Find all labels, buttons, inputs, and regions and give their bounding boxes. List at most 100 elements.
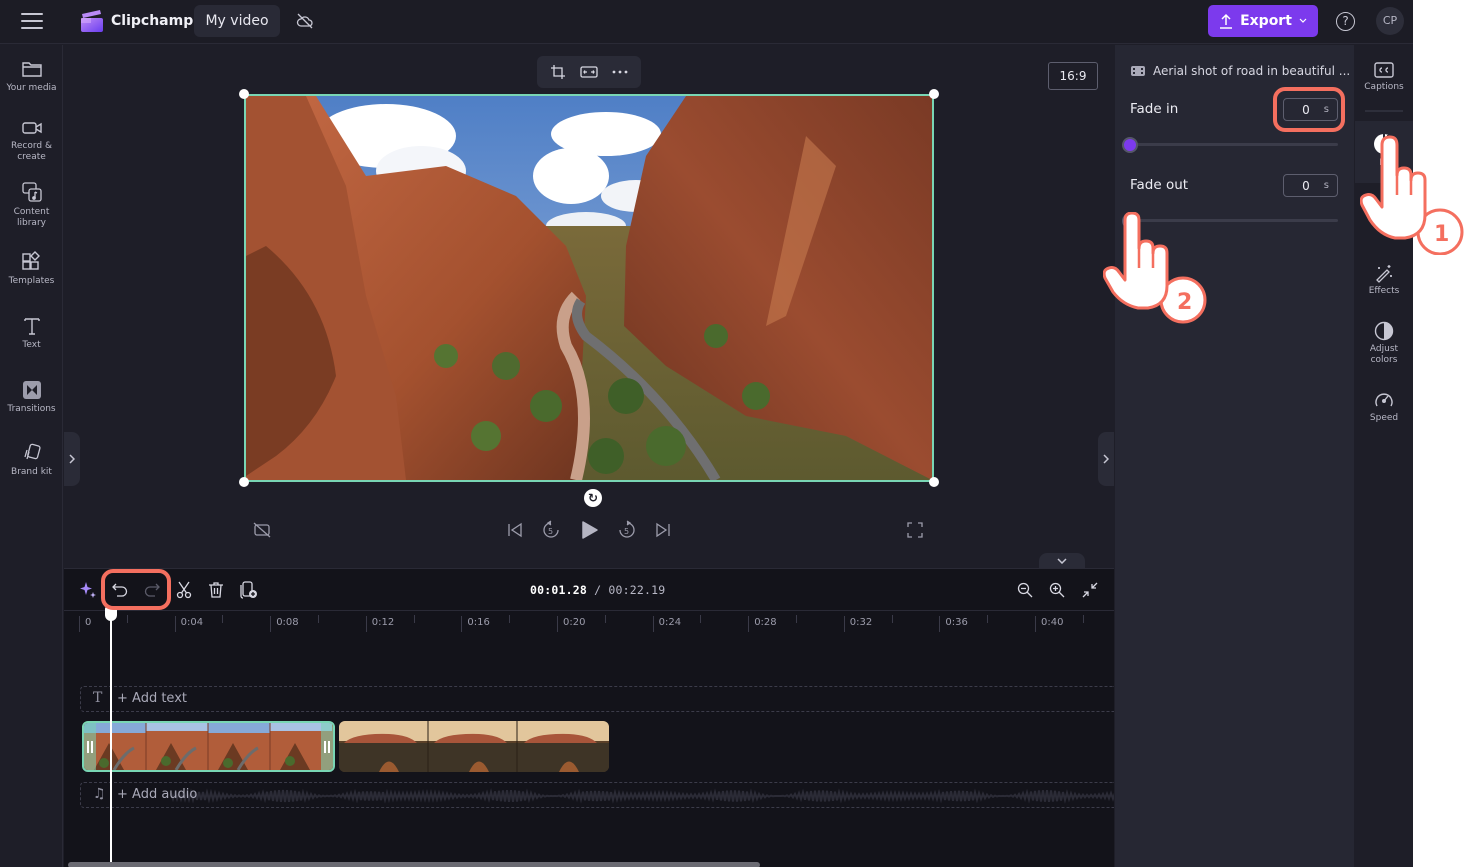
resize-handle-bottom-left[interactable] (239, 477, 249, 487)
ruler-tick-label: 0:24 (652, 616, 681, 632)
play-button[interactable] (578, 519, 600, 541)
sidebar-item-your-media[interactable]: Your media (0, 59, 63, 94)
fit-timeline-button[interactable] (1079, 579, 1101, 601)
canyon-video-frame (246, 96, 932, 480)
collapse-right-panel-button[interactable] (1098, 432, 1114, 486)
rail-item-label: Speed (1369, 413, 1399, 423)
slider-thumb[interactable] (1122, 213, 1138, 229)
clipchamp-logo-icon (81, 10, 103, 32)
rotate-handle[interactable]: ↻ (584, 489, 602, 507)
crop-button[interactable] (547, 61, 569, 83)
skip-to-end-button[interactable] (652, 519, 674, 541)
rail-item-speed[interactable]: Speed (1355, 390, 1413, 424)
forward-5-button[interactable]: 5 (616, 519, 638, 541)
rail-item-label: Captions (1364, 82, 1404, 92)
cloud-off-icon[interactable] (296, 12, 314, 30)
expand-left-panel-button[interactable] (64, 432, 80, 486)
slider-thumb[interactable] (1122, 137, 1138, 153)
duplicate-button[interactable] (238, 579, 260, 601)
rewind-5-button[interactable]: 5 (540, 519, 562, 541)
add-audio-label: + Add audio (117, 787, 198, 802)
delete-button[interactable] (205, 579, 227, 601)
redo-button[interactable] (141, 579, 163, 601)
chevron-down-icon (1057, 557, 1067, 564)
sidebar-item-record-create[interactable]: Record & create (0, 119, 63, 163)
resize-handle-top-left[interactable] (239, 89, 249, 99)
fade-out-input[interactable]: 0 s (1283, 174, 1338, 197)
add-audio-track[interactable]: ♫ + Add audio (80, 782, 1114, 808)
timeline-ruler[interactable]: 0 0:04 0:08 0:12 0:16 0:20 0:24 0:28 0:32 0:36 0:4… (64, 611, 1114, 633)
music-note-icon: ♫ (93, 786, 106, 802)
step-number: 1 (1434, 222, 1449, 247)
zoom-in-button[interactable] (1046, 579, 1068, 601)
rail-item-adjust-colors[interactable]: Adjust colors (1355, 321, 1413, 366)
ai-magic-button[interactable] (77, 579, 99, 601)
fullscreen-icon (907, 522, 923, 538)
rail-item-captions[interactable]: Captions (1355, 61, 1413, 93)
rail-item-fade[interactable]: Fa (1355, 121, 1413, 183)
ruler-minor-tick (126, 615, 128, 623)
adjust-colors-icon (1374, 321, 1394, 341)
rail-item-filters[interactable]: Fi (1355, 219, 1413, 233)
menu-icon-line (21, 27, 43, 29)
fullscreen-button[interactable] (904, 519, 926, 541)
project-title-button[interactable]: My video (194, 5, 280, 37)
more-options-button[interactable] (609, 61, 631, 83)
preview-stage: 16:9 ↻ 5 5 (64, 45, 1114, 568)
fade-out-slider[interactable] (1122, 213, 1338, 229)
timeline-horizontal-scrollbar[interactable] (68, 862, 760, 867)
ruler-tick-label: 0:28 (748, 616, 777, 632)
timeline-toolbar: 00:01.28 / 00:22.19 (64, 569, 1114, 611)
menu-button[interactable] (21, 13, 43, 29)
resize-handle-top-right[interactable] (929, 89, 939, 99)
more-icon (612, 70, 628, 74)
add-text-track[interactable]: T + Add text (80, 686, 1114, 712)
menu-icon-line (21, 20, 43, 22)
captions-off-button[interactable] (251, 519, 273, 541)
avatar[interactable]: CP (1376, 7, 1404, 35)
sidebar-item-templates[interactable]: Templates (0, 250, 63, 287)
sidebar-item-transitions[interactable]: Transitions (0, 380, 63, 415)
film-icon (1131, 66, 1145, 76)
aspect-ratio-button[interactable]: 16:9 (1048, 62, 1098, 90)
playhead-line[interactable] (110, 607, 112, 867)
zoom-out-button[interactable] (1014, 579, 1036, 601)
sidebar-item-brand-kit[interactable]: Brand kit (0, 443, 63, 478)
label-line: create (17, 152, 46, 162)
preview-toolbar (537, 56, 641, 88)
trim-handle-right[interactable] (321, 723, 333, 770)
sparkle-icon (80, 582, 96, 598)
collapse-timeline-button[interactable] (1039, 553, 1085, 568)
grip (91, 740, 93, 753)
playhead-handle[interactable] (105, 607, 117, 621)
rail-item-effects[interactable]: Effects (1355, 263, 1413, 297)
split-button[interactable] (173, 579, 195, 601)
export-button[interactable]: Export (1208, 5, 1318, 37)
trim-handle-left[interactable] (84, 723, 96, 770)
video-clip-canyon[interactable] (82, 721, 335, 772)
menu-icon-line (21, 13, 43, 15)
skip-back-icon (508, 522, 522, 538)
ruler-minor-tick (413, 615, 415, 623)
ruler-tick-label: 0:16 (461, 616, 490, 632)
rail-item-label: Fi (1380, 222, 1388, 232)
fit-button[interactable] (578, 61, 600, 83)
ruler-minor-tick (700, 615, 702, 623)
chevron-right-icon (1103, 454, 1109, 464)
sidebar-item-text[interactable]: Text (0, 316, 63, 351)
resize-handle-bottom-right[interactable] (929, 477, 939, 487)
fade-out-label: Fade out (1130, 177, 1189, 193)
fade-in-input[interactable]: 0 s (1283, 98, 1338, 121)
help-icon[interactable]: ? (1336, 12, 1355, 31)
ruler-tick-label: 0 (79, 616, 91, 632)
undo-button[interactable] (109, 579, 131, 601)
video-clip-uluru[interactable] (339, 721, 609, 772)
video-preview[interactable] (244, 94, 934, 482)
sidebar-item-content-library[interactable]: Content library (0, 181, 63, 229)
ruler-tick-label: 0:08 (270, 616, 299, 632)
skip-to-start-button[interactable] (504, 519, 526, 541)
chevron-down-icon (1299, 18, 1307, 23)
top-bar: Clipchamp My video Export ? CP (0, 0, 1413, 44)
captions-icon (1374, 62, 1394, 78)
fade-in-slider[interactable] (1122, 137, 1338, 153)
